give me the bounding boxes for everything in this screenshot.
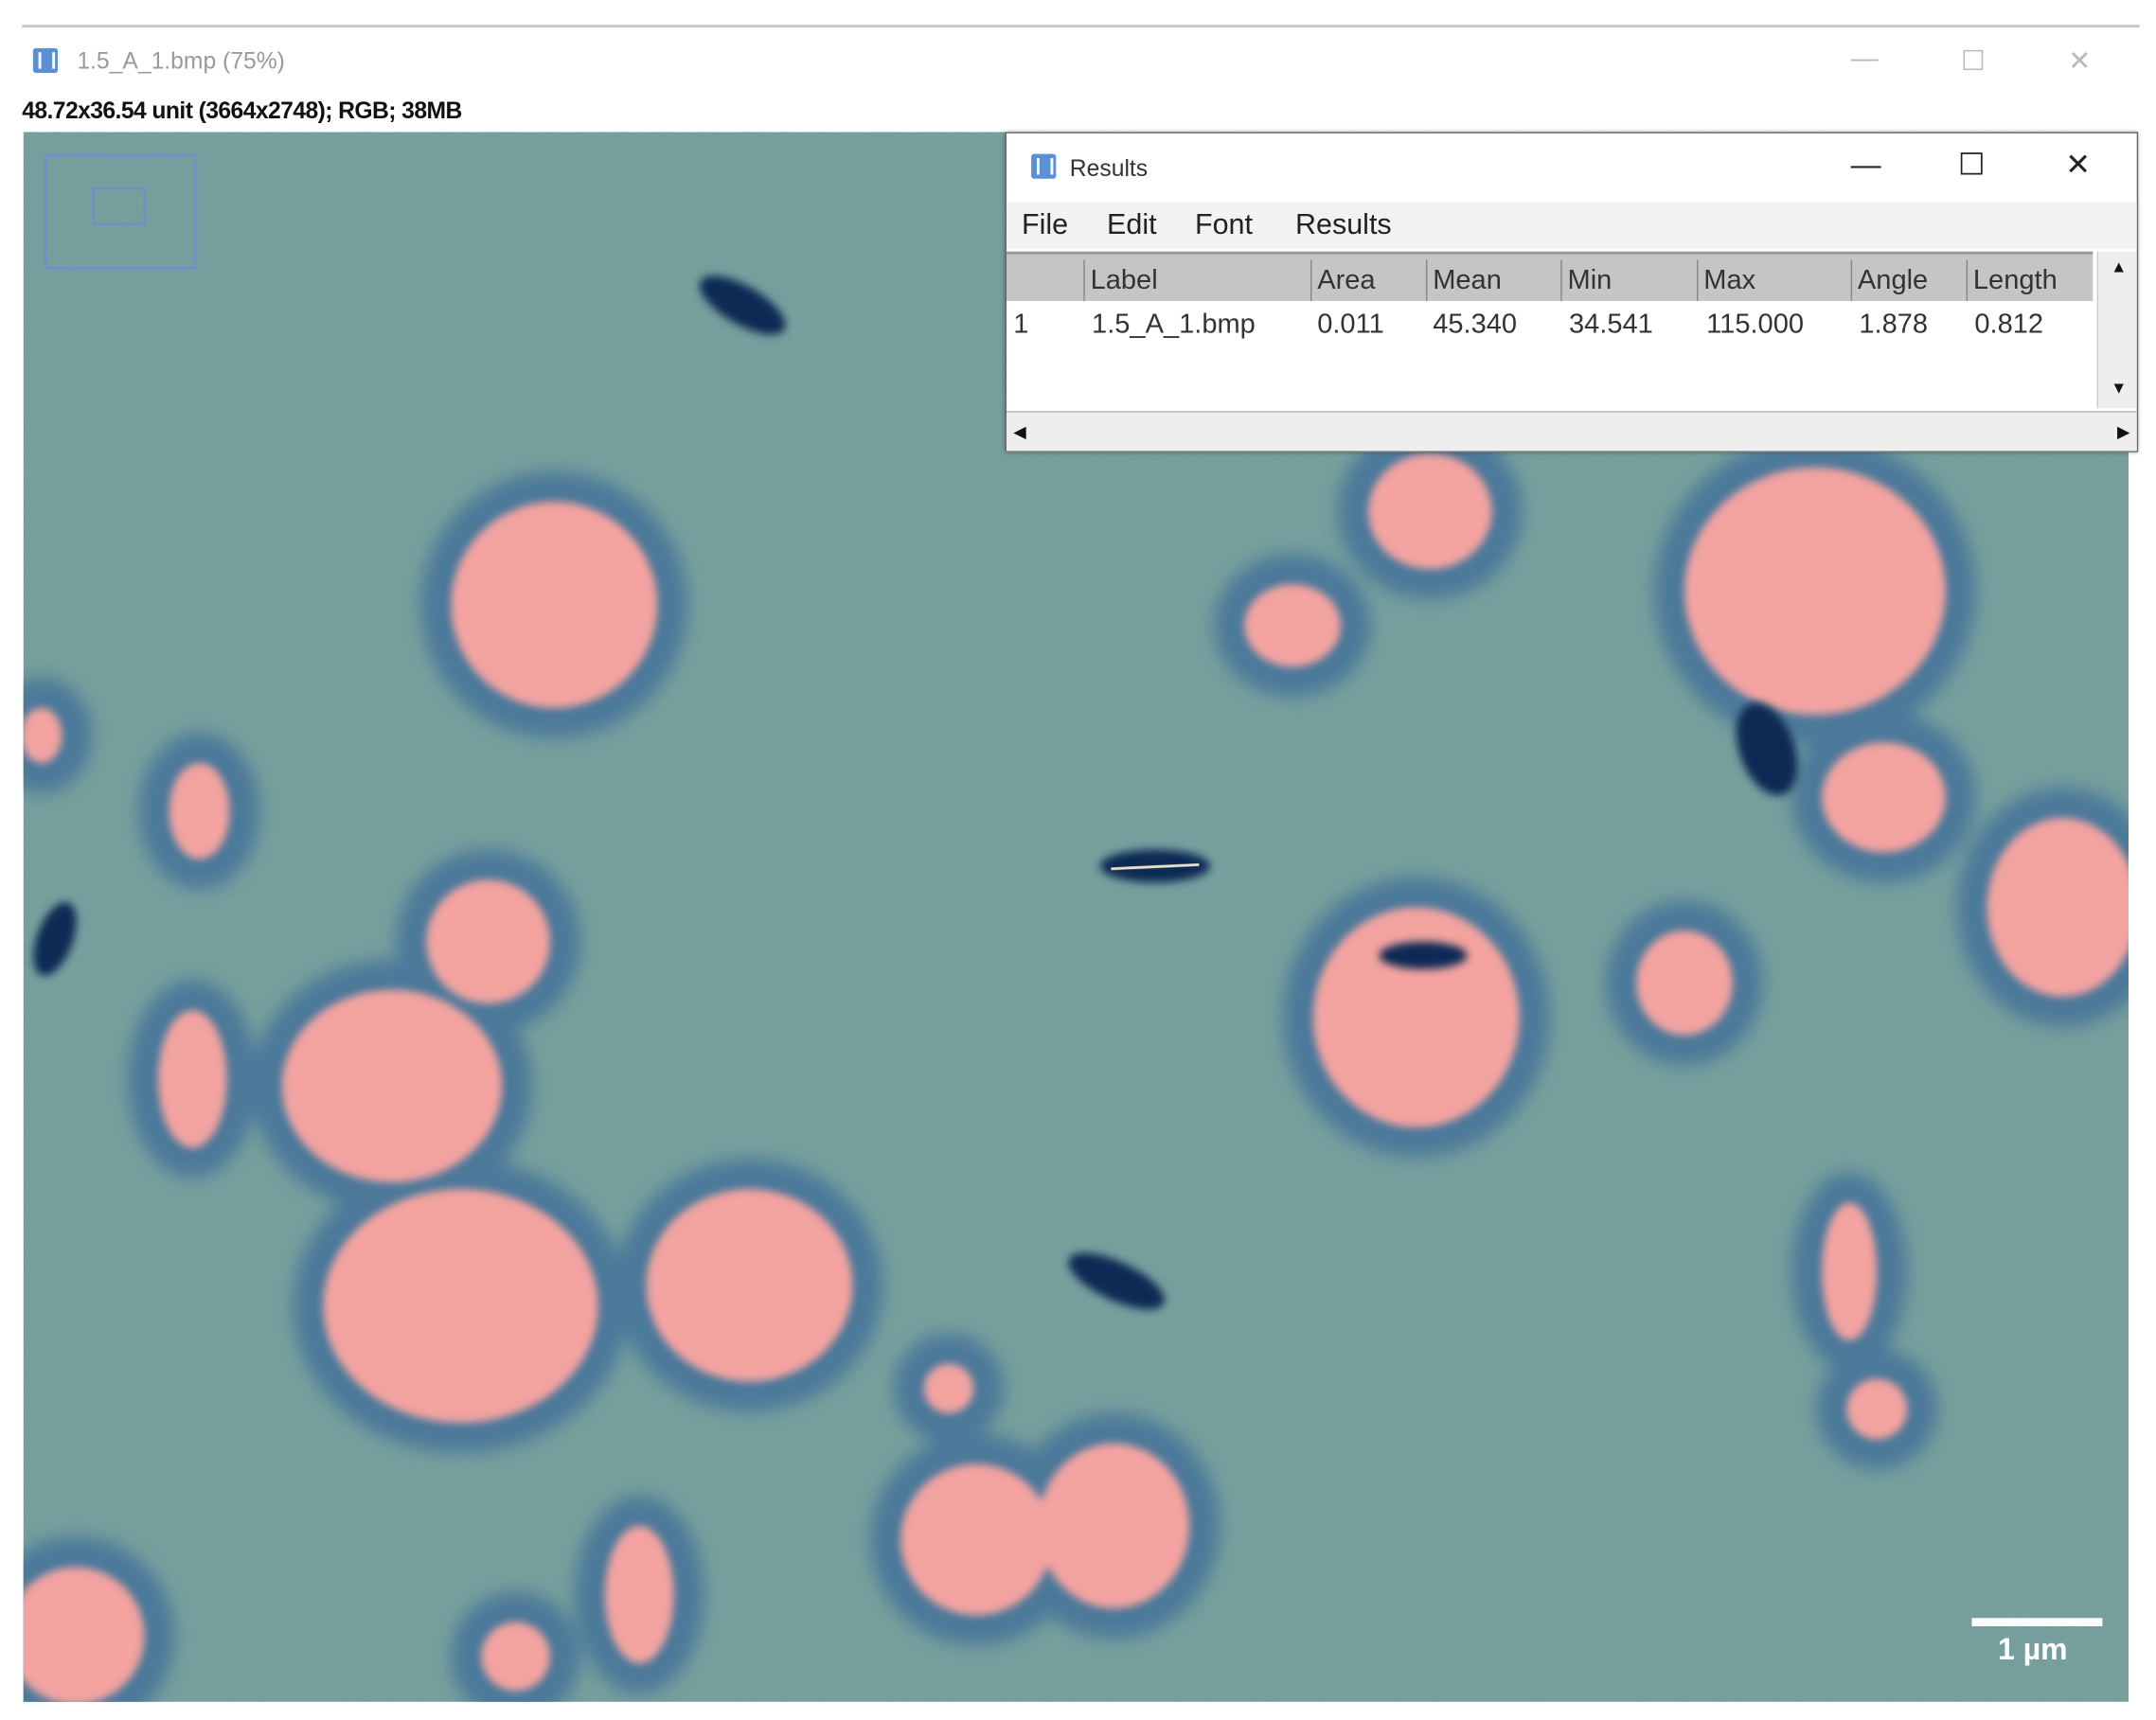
column-header-mean[interactable]: Mean bbox=[1425, 259, 1554, 302]
cell-index: 1 bbox=[1013, 309, 1029, 340]
image-window-titlebar[interactable]: 1.5_A_1.bmp (75%) — ☐ ✕ bbox=[22, 39, 2139, 85]
cell bbox=[1312, 907, 1520, 1127]
cell bbox=[158, 1010, 227, 1148]
imagej-icon bbox=[32, 47, 58, 73]
menu-edit[interactable]: Edit bbox=[1107, 209, 1157, 242]
window-border bbox=[22, 25, 2140, 28]
cell bbox=[1822, 1202, 1878, 1340]
scroll-right-arrow-icon[interactable]: ▶ bbox=[2117, 422, 2129, 441]
cell bbox=[1684, 467, 1946, 716]
cell bbox=[481, 1622, 550, 1692]
cell-area: 0.011 bbox=[1317, 309, 1384, 340]
results-minimize-button[interactable]: — bbox=[1851, 147, 1881, 183]
cell bbox=[281, 989, 503, 1182]
horizontal-scrollbar[interactable]: ◀ ▶ bbox=[1007, 411, 2137, 452]
menu-results[interactable]: Results bbox=[1295, 209, 1392, 242]
column-header-min[interactable]: Min bbox=[1560, 259, 1688, 302]
column-header-label[interactable]: Label bbox=[1083, 259, 1308, 302]
column-header-area[interactable]: Area bbox=[1310, 259, 1422, 302]
cell bbox=[169, 762, 230, 860]
cell bbox=[604, 1525, 674, 1664]
table-header: Label Area Mean Min Max Angle Length bbox=[1007, 251, 2094, 302]
image-info: 48.72x36.54 unit (3664x2748); RGB; 38MB bbox=[22, 98, 462, 124]
menu-font[interactable]: Font bbox=[1195, 209, 1253, 242]
cell-max: 115.000 bbox=[1706, 309, 1805, 340]
scale-bar bbox=[1971, 1618, 2103, 1626]
cell-label: 1.5_A_1.bmp bbox=[1092, 309, 1256, 340]
column-header-angle[interactable]: Angle bbox=[1850, 259, 1957, 302]
results-window-title: Results bbox=[1069, 155, 1149, 182]
results-window: Results — ☐ ✕ File Edit Font Results Lab… bbox=[1005, 132, 2139, 452]
cell-angle: 1.878 bbox=[1859, 309, 1929, 340]
image-window-title: 1.5_A_1.bmp (75%) bbox=[77, 47, 285, 75]
cell bbox=[1636, 931, 1733, 1036]
column-header-index[interactable] bbox=[1007, 259, 1012, 301]
cell bbox=[1846, 1378, 1908, 1440]
cell bbox=[900, 1463, 1052, 1616]
scale-bar-label: 1 µm bbox=[1998, 1631, 2068, 1667]
results-menubar: File Edit Font Results bbox=[1007, 202, 2137, 249]
scroll-left-arrow-icon[interactable]: ◀ bbox=[1013, 422, 1025, 441]
scroll-down-arrow-icon[interactable]: ▼ bbox=[2111, 378, 2127, 397]
results-close-button[interactable]: ✕ bbox=[2065, 147, 2091, 183]
cell bbox=[451, 502, 658, 708]
column-header-length[interactable]: Length bbox=[1966, 259, 2092, 302]
cell bbox=[1822, 742, 1946, 853]
cell bbox=[1367, 453, 1492, 570]
cell bbox=[1038, 1443, 1190, 1609]
maximize-button[interactable]: ☐ bbox=[1961, 44, 1986, 78]
scroll-up-arrow-icon[interactable]: ▲ bbox=[2111, 257, 2127, 276]
menu-file[interactable]: File bbox=[1022, 209, 1068, 242]
column-header-max[interactable]: Max bbox=[1697, 259, 1846, 302]
minimize-button[interactable]: — bbox=[1851, 44, 1879, 75]
vertical-scrollbar[interactable]: ▲ ▼ bbox=[2096, 251, 2137, 409]
cell-length: 0.812 bbox=[1974, 309, 2044, 340]
cell bbox=[1244, 584, 1341, 667]
close-button[interactable]: ✕ bbox=[2068, 44, 2091, 78]
cell bbox=[323, 1189, 598, 1424]
imagej-icon bbox=[1031, 153, 1057, 179]
cell-mean: 45.340 bbox=[1433, 309, 1518, 340]
results-maximize-button[interactable]: ☐ bbox=[1958, 147, 1986, 183]
cell bbox=[646, 1189, 853, 1382]
cell bbox=[923, 1363, 974, 1413]
cell-min: 34.541 bbox=[1568, 309, 1653, 340]
cell bbox=[426, 879, 550, 1004]
bacterium-rod bbox=[1379, 941, 1468, 969]
